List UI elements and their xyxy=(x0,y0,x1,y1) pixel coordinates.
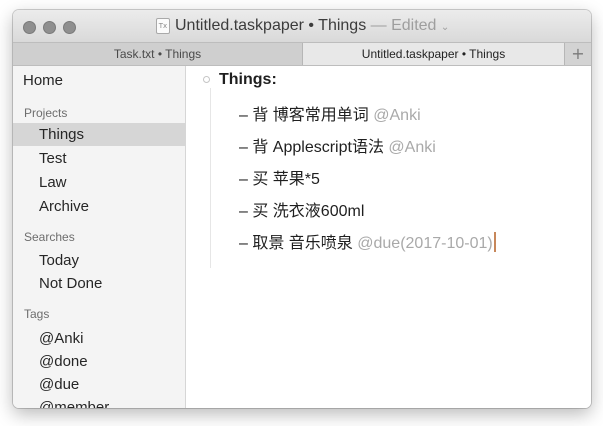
sidebar-item-home[interactable]: Home xyxy=(23,72,63,89)
chevron-down-icon[interactable]: ⌄ xyxy=(441,22,449,33)
project-bullet-icon[interactable] xyxy=(203,76,210,83)
task-text: – 背 博客常用单词 xyxy=(239,107,369,124)
sidebar-section-searches: Searches xyxy=(24,230,75,244)
task-item[interactable]: – 背 博客常用单词 @Anki xyxy=(239,101,421,125)
task-tag[interactable]: @due(2017-10-01) xyxy=(357,235,492,252)
task-item[interactable]: – 取景 音乐喷泉 @due(2017-10-01) xyxy=(239,229,496,253)
sidebar-item-tag-due[interactable]: @due xyxy=(13,373,185,396)
sidebar-item-today[interactable]: Today xyxy=(13,249,185,272)
task-text: – 买 洗衣液600ml xyxy=(239,203,365,220)
task-tag[interactable]: @Anki xyxy=(388,139,435,156)
minimize-window-button[interactable] xyxy=(43,21,56,34)
task-tag[interactable]: @Anki xyxy=(373,107,420,124)
outline-guide-line xyxy=(210,88,211,268)
app-window: Tx Untitled.taskpaper • Things — Edited … xyxy=(13,10,591,408)
new-tab-button[interactable]: + xyxy=(565,43,591,65)
title-bar[interactable]: Tx Untitled.taskpaper • Things — Edited … xyxy=(13,10,591,42)
edited-status: — Edited xyxy=(366,17,437,34)
sidebar-section-tags: Tags xyxy=(24,307,50,321)
sidebar-item-tag-member[interactable]: @member xyxy=(13,396,185,408)
sidebar-item-archive[interactable]: Archive xyxy=(13,195,185,218)
task-item[interactable]: – 背 Applescript语法 @Anki xyxy=(239,133,436,157)
document-icon[interactable]: Tx xyxy=(156,18,170,34)
task-text: – 背 Applescript语法 xyxy=(239,139,384,156)
sidebar-item-not-done[interactable]: Not Done xyxy=(13,272,185,295)
task-item[interactable]: – 买 苹果*5 xyxy=(239,165,320,189)
sidebar-item-tag-anki[interactable]: @Anki xyxy=(13,327,185,350)
editor[interactable]: Things: – 背 博客常用单词 @Anki – 背 Applescript… xyxy=(186,66,591,408)
window-title-text: Untitled.taskpaper • Things xyxy=(175,17,367,34)
tab-untitled-taskpaper[interactable]: Untitled.taskpaper • Things xyxy=(303,43,565,65)
sidebar: Home Projects Things Test Law Archive Se… xyxy=(13,66,186,408)
project-title[interactable]: Things: xyxy=(219,71,277,89)
task-item[interactable]: – 买 洗衣液600ml xyxy=(239,197,364,221)
sidebar-item-things[interactable]: Things xyxy=(13,123,185,146)
sidebar-item-test[interactable]: Test xyxy=(13,147,185,170)
tab-task-txt[interactable]: Task.txt • Things xyxy=(13,43,303,65)
sidebar-item-law[interactable]: Law xyxy=(13,171,185,194)
task-text: – 买 苹果*5 xyxy=(239,171,320,188)
tab-bar: Task.txt • Things Untitled.taskpaper • T… xyxy=(13,42,591,66)
close-window-button[interactable] xyxy=(23,21,36,34)
sidebar-item-tag-done[interactable]: @done xyxy=(13,350,185,373)
zoom-window-button[interactable] xyxy=(63,21,76,34)
sidebar-section-projects: Projects xyxy=(24,106,68,120)
window-title[interactable]: Untitled.taskpaper • Things — Edited ⌄ xyxy=(175,17,449,35)
text-cursor xyxy=(493,232,496,252)
task-text: – 取景 音乐喷泉 xyxy=(239,235,353,252)
